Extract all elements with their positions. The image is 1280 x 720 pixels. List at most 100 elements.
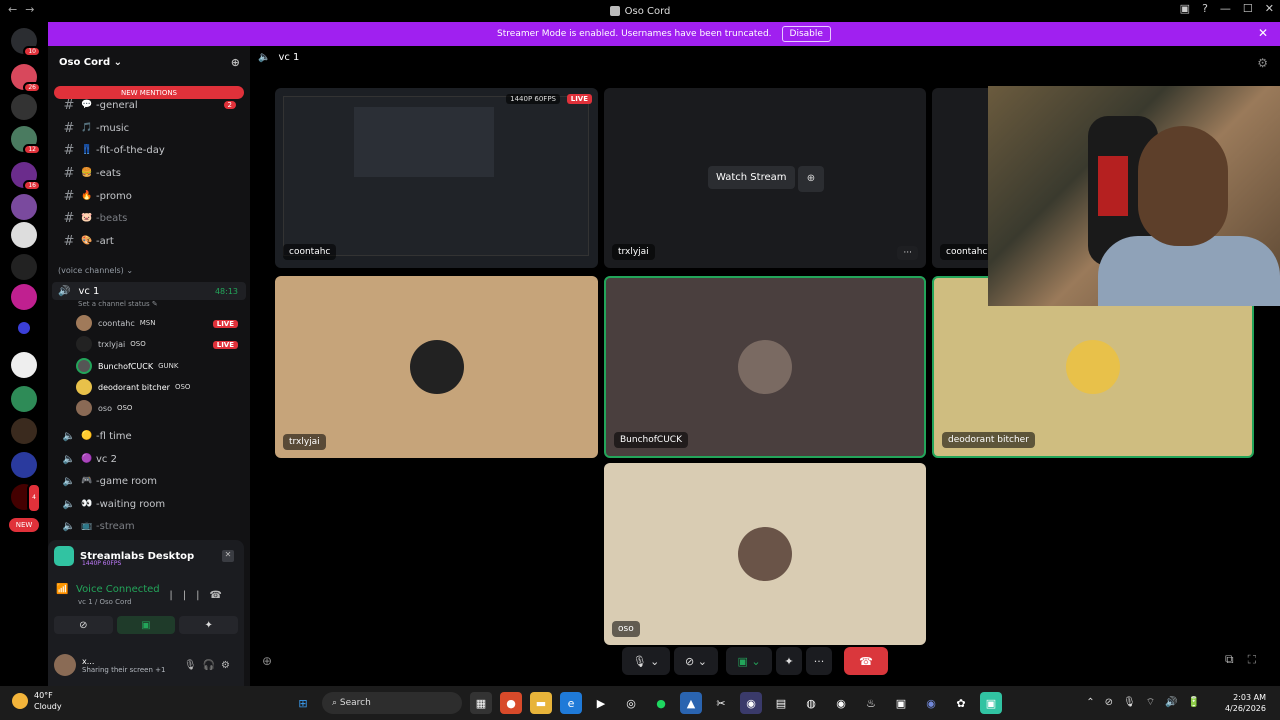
clock[interactable]: 2:03 AM 4/26/2026 [1225,692,1266,714]
stream-tile[interactable]: Watch Stream ⊕ trxlyjai ··· [604,88,926,268]
channel-beats[interactable]: # 🐷 -beats [52,208,246,228]
server-icon[interactable]: 12 [11,126,41,155]
voice-category[interactable]: (voice channels) ⌄ [58,266,133,275]
server-icon[interactable] [11,194,37,220]
inbox-icon[interactable]: ▣ [1180,2,1190,15]
search-box[interactable]: ⌕ Search [322,692,462,714]
server-icon[interactable] [11,222,37,248]
server-icon[interactable]: 16 [11,162,41,191]
mic-icon[interactable]: 🎙 [184,660,203,671]
voice-channel-active[interactable]: 🔊 vc 1 48:13 [52,282,246,300]
popout-icon[interactable]: ⧉ [1225,652,1248,666]
channel-fit-of-the-day[interactable]: # 👖 -fit-of-the-day [52,140,246,160]
stop-stream-icon[interactable]: ✕ [222,550,234,562]
help-icon[interactable]: ? [1202,2,1208,15]
activities-button[interactable]: ✦ [776,647,802,675]
folder-icon[interactable] [18,322,30,334]
app-icon[interactable]: ✿ [950,692,972,714]
invite-to-call-icon[interactable]: ⊕ [262,654,272,668]
server-icon[interactable] [11,452,37,478]
channel-promo[interactable]: # 🔥 -promo [52,186,246,206]
more-options-button[interactable]: ··· [897,246,918,260]
discord-icon[interactable]: ◉ [740,692,762,714]
obs-icon[interactable]: ◎ [620,692,642,714]
channel-eats[interactable]: # 🍔 -eats [52,163,246,183]
voice-channel[interactable]: 🔈 🎮 -game room [52,471,246,491]
weather-widget[interactable]: 40°F Cloudy [12,690,62,712]
server-icon[interactable] [11,418,37,444]
watch-stream-button[interactable]: Watch Stream [708,166,795,189]
disconnect-icon[interactable]: ☎ [210,590,232,601]
voice-member[interactable]: oso OSO [76,399,242,417]
voice-member[interactable]: coontahc MSN LIVE [76,314,242,332]
participant-tile[interactable]: BunchofCUCK [604,276,926,458]
participant-tile[interactable]: trxlyjai [275,276,598,458]
chrome-icon[interactable]: ◉ [830,692,852,714]
voice-channel[interactable]: 🔈 👀 -waiting room [52,494,246,514]
voice-channel[interactable]: 🔈 🟡 -fl time [52,426,246,446]
voice-member[interactable]: trxlyjai OSO LIVE [76,335,242,353]
hang-up-button[interactable]: ☎ [844,647,888,675]
start-icon[interactable]: ⊞ [292,692,314,714]
steam-icon[interactable]: ♨ [860,692,882,714]
maximize-button[interactable]: ☐ [1243,2,1253,15]
home-button[interactable]: 10 [11,28,41,57]
photos-icon[interactable]: ▲ [680,692,702,714]
popout-icon[interactable]: ⊕ [798,166,824,192]
chrome-icon[interactable]: ● [500,692,522,714]
minimize-button[interactable]: — [1220,2,1231,15]
close-button[interactable]: ✕ [1265,2,1274,15]
avatar[interactable] [54,654,76,676]
noise-suppression-icon[interactable]: ||| [169,590,209,601]
voice-member[interactable]: deodorant bitcher OSO [76,378,242,396]
server-icon[interactable] [11,254,37,280]
share-screen-button[interactable]: ▣ [116,616,176,634]
channel-status-prompt[interactable]: Set a channel status ✎ [78,300,158,308]
headphones-icon[interactable]: 🎧 [203,660,221,671]
edge-icon[interactable]: e [560,692,582,714]
camera-button[interactable]: ⊘ ⌄ [674,647,718,675]
gear-icon[interactable]: ⚙ [221,660,236,671]
spotify-icon[interactable]: ● [650,692,672,714]
notepad-icon[interactable]: ▤ [770,692,792,714]
invite-icon[interactable]: ⊕ [231,56,240,69]
channel-art[interactable]: # 🎨 -art [52,231,246,251]
fullscreen-icon[interactable]: ⛶ [1248,652,1270,666]
server-icon[interactable] [11,352,37,378]
server-icon[interactable]: 26 [11,64,41,93]
more-button[interactable]: ··· [806,647,832,675]
server-icon[interactable]: 4 [11,483,41,513]
voice-connected[interactable]: 📶 Voice Connected [56,584,160,595]
server-icon[interactable] [11,94,37,120]
streaming-app[interactable]: Streamlabs Desktop [54,546,194,566]
participant-tile[interactable]: oso [604,463,926,645]
activities-button[interactable]: ✦ [179,616,239,634]
media-icon[interactable]: ▶ [590,692,612,714]
camera-off-button[interactable]: ⊘ [54,616,113,634]
app-icon[interactable]: ◍ [800,692,822,714]
screen-share-button[interactable]: ▣ ⌄ [726,647,772,675]
folder-icon[interactable]: ▬ [530,692,552,714]
channel-music[interactable]: # 🎵 -music [52,118,246,138]
channel-general[interactable]: # 💬 -general 2 [52,95,246,115]
guild-header[interactable]: Oso Cord ⌄ ⊕ [48,46,250,78]
disable-button[interactable]: Disable [781,26,831,42]
epic-icon[interactable]: ▣ [890,692,912,714]
app-icon[interactable]: ▦ [470,692,492,714]
discord-icon[interactable]: ◉ [920,692,942,714]
server-icon[interactable] [11,386,37,412]
voice-member[interactable]: BunchofCUCK GUNK [76,357,242,375]
call-settings-icon[interactable]: ⚙ [1257,56,1268,70]
close-banner-icon[interactable]: ✕ [1258,26,1268,40]
server-icon[interactable] [11,284,37,310]
nav-arrows[interactable]: ←→ [8,3,42,16]
stream-tile[interactable]: 1440P 60FPS LIVE coontahc [275,88,598,268]
voice-channel[interactable]: 🔈 🟣 vc 2 [52,449,246,469]
voice-channel[interactable]: 🔈 📺 -stream [52,516,246,536]
new-badge[interactable]: NEW [9,518,39,532]
capcut-icon[interactable]: ✂ [710,692,732,714]
streamlabs-icon[interactable]: ▣ [980,692,1002,714]
channel-emoji-icon: 👖 [81,145,93,155]
mic-button[interactable]: 🎙 ⌄ [622,647,670,675]
system-tray[interactable]: ⌃⊘🎙⌔🔊🔋 [1086,696,1210,709]
